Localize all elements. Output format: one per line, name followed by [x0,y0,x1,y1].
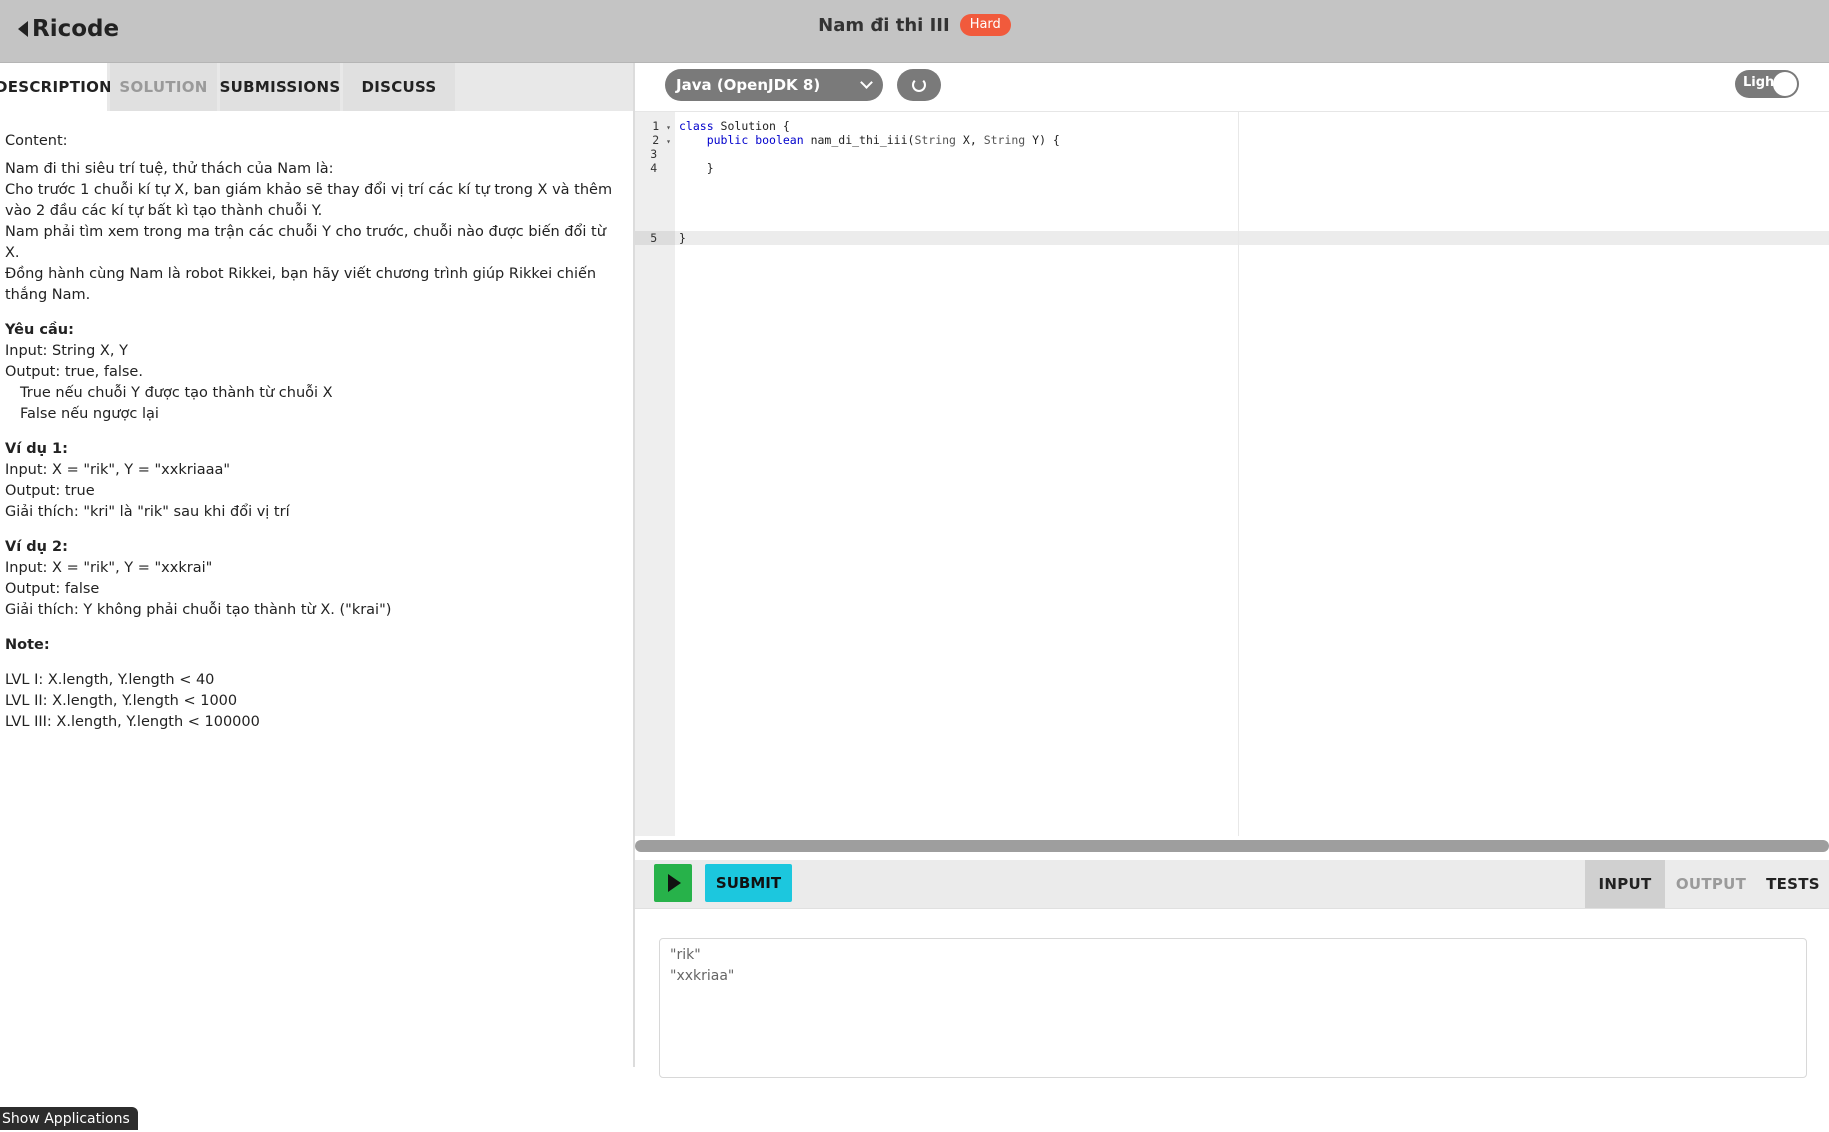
line-number-gutter [635,112,675,836]
show-applications-button[interactable]: Show Applications [0,1107,138,1130]
play-icon [668,874,681,892]
run-button[interactable] [654,864,692,902]
theme-toggle[interactable]: Light [1735,70,1799,98]
top-header: Ricode Nam đi thi III Hard [0,0,1829,63]
editor-horizontal-scrollbar[interactable] [635,840,1829,852]
reset-code-button[interactable] [897,69,941,101]
input-line: "xxkriaa" [670,968,735,984]
run-toolbar: SUBMIT INPUT OUTPUT TESTS [635,860,1829,909]
requirement-false: False nếu ngược lại [20,406,159,422]
example-1-output: Output: true [5,483,95,499]
content-label: Content: [5,133,68,149]
example-2-output: Output: false [5,581,100,597]
code-line: } [679,231,686,245]
toggle-knob [1773,72,1797,96]
code-panel: Java (OpenJDK 8) Light 1 ▾ 2 ▾ 3 4 5 cla… [635,63,1829,1078]
requirement-true: True nếu chuỗi Y được tạo thành từ chuỗi… [20,385,333,401]
code-text[interactable]: class Solution { public boolean nam_di_t… [679,119,1060,175]
custom-input-textarea[interactable]: "rik" "xxkriaa" [659,938,1807,1078]
description-text: Cho trước 1 chuỗi kí tự X, ban giám khảo… [5,182,613,219]
difficulty-badge: Hard [959,14,1011,36]
description-text: Nam phải tìm xem trong ma trận các chuỗi… [5,224,606,261]
example-1-explanation: Giải thích: "kri" là "rik" sau khi đổi v… [5,504,290,520]
tab-submissions[interactable]: SUBMISSIONS [220,63,340,111]
level-1-note: LVL I: X.length, Y.length < 40 [5,672,215,688]
example-2-input: Input: X = "rik", Y = "xxkrai" [5,560,213,576]
code-line: } [679,161,714,175]
problem-title-bar: Nam đi thi III Hard [0,14,1829,36]
note-heading: Note: [5,637,50,653]
example-1-input: Input: X = "rik", Y = "xxkriaaa" [5,462,231,478]
level-3-note: LVL III: X.length, Y.length < 100000 [5,714,260,730]
tab-tests[interactable]: TESTS [1757,860,1829,908]
line-number: 3 [650,147,658,161]
tab-solution[interactable]: SOLUTION [110,63,217,111]
io-tabs: INPUT OUTPUT TESTS [1585,860,1829,908]
fold-arrow-icon[interactable]: ▾ [666,137,671,146]
tab-output[interactable]: OUTPUT [1665,860,1757,908]
code-editor[interactable]: 1 ▾ 2 ▾ 3 4 5 class Solution { public bo… [635,112,1829,836]
code-text-last[interactable]: } [679,231,686,245]
fold-arrow-icon[interactable]: ▾ [666,123,671,132]
refresh-icon [912,78,926,92]
problem-title: Nam đi thi III [818,14,950,36]
requirement-input: Input: String X, Y [5,343,128,359]
example-1-heading: Ví dụ 1: [5,441,68,457]
requirements-heading: Yêu cầu: [5,322,74,338]
level-2-note: LVL II: X.length, Y.length < 1000 [5,693,238,709]
line-number: 5 [650,231,658,245]
editor-toolbar: Java (OpenJDK 8) Light [635,63,1829,112]
problem-panel: DESCRIPTION SOLUTION SUBMISSIONS DISCUSS… [0,63,633,1130]
tab-description[interactable]: DESCRIPTION [0,63,112,111]
active-line-highlight [635,231,1829,245]
chevron-down-icon [860,76,873,89]
print-margin-line [1238,112,1239,836]
problem-tabs: DESCRIPTION SOLUTION SUBMISSIONS DISCUSS [0,63,633,111]
submit-button[interactable]: SUBMIT [705,864,792,902]
requirement-output: Output: true, false. [5,364,143,380]
line-number: 1 ▾ [652,119,671,133]
code-line: public boolean nam_di_thi_iii(String X, … [706,133,1060,147]
line-number: 4 [650,161,658,175]
input-line: "rik" [670,947,701,963]
language-select[interactable]: Java (OpenJDK 8) [665,69,883,101]
example-2-heading: Ví dụ 2: [5,539,68,555]
tab-input[interactable]: INPUT [1585,860,1665,908]
problem-description: Content: Nam đi thi siêu trí tuệ, thử th… [5,131,625,733]
description-text: Nam đi thi siêu trí tuệ, thử thách của N… [5,161,334,177]
language-select-value: Java (OpenJDK 8) [676,76,821,94]
description-text: Đồng hành cùng Nam là robot Rikkei, bạn … [5,266,597,303]
tab-discuss[interactable]: DISCUSS [343,63,455,111]
line-number: 2 ▾ [652,133,671,147]
code-line: class Solution { [679,119,790,133]
example-2-explanation: Giải thích: Y không phải chuỗi tạo thành… [5,602,392,618]
